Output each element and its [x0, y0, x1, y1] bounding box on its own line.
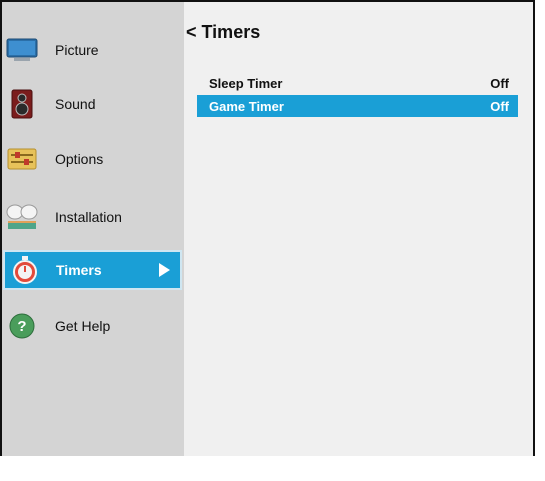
chevron-right-icon — [159, 263, 170, 277]
satellite-icon — [5, 200, 39, 234]
sidebar-item-installation[interactable]: Installation — [2, 197, 182, 237]
sidebar-item-picture[interactable]: Picture — [2, 30, 182, 70]
sidebar: Picture Sound Options Installation Timer… — [2, 2, 184, 456]
tv-menu-window: Picture Sound Options Installation Timer… — [0, 0, 535, 456]
sidebar-item-label: Timers — [56, 262, 102, 278]
help-icon: ? — [5, 309, 39, 343]
row-value: Off — [490, 98, 509, 114]
sidebar-item-label: Sound — [55, 96, 96, 112]
row-value: Off — [490, 75, 509, 91]
speaker-icon — [5, 87, 39, 121]
sidebar-item-label: Get Help — [55, 318, 111, 334]
stopwatch-icon — [8, 253, 42, 287]
main-panel: < Timers Sleep Timer Off Game Timer Off — [184, 2, 533, 456]
sidebar-item-get-help[interactable]: ? Get Help — [2, 306, 182, 346]
sidebar-item-label: Picture — [55, 42, 99, 58]
sidebar-item-label: Installation — [55, 209, 122, 225]
menu-row-game-timer[interactable]: Game Timer Off — [197, 95, 518, 117]
menu-row-sleep-timer[interactable]: Sleep Timer Off — [197, 72, 518, 94]
sidebar-item-options[interactable]: Options — [2, 139, 182, 179]
monitor-icon — [5, 33, 39, 67]
page-title[interactable]: < Timers — [186, 22, 260, 43]
sidebar-item-timers[interactable]: Timers — [3, 250, 182, 290]
sidebar-item-sound[interactable]: Sound — [2, 84, 182, 124]
svg-text:?: ? — [17, 318, 26, 335]
sliders-icon — [5, 142, 39, 176]
row-label: Sleep Timer — [209, 75, 283, 91]
row-label: Game Timer — [209, 98, 284, 114]
sidebar-item-label: Options — [55, 151, 104, 167]
